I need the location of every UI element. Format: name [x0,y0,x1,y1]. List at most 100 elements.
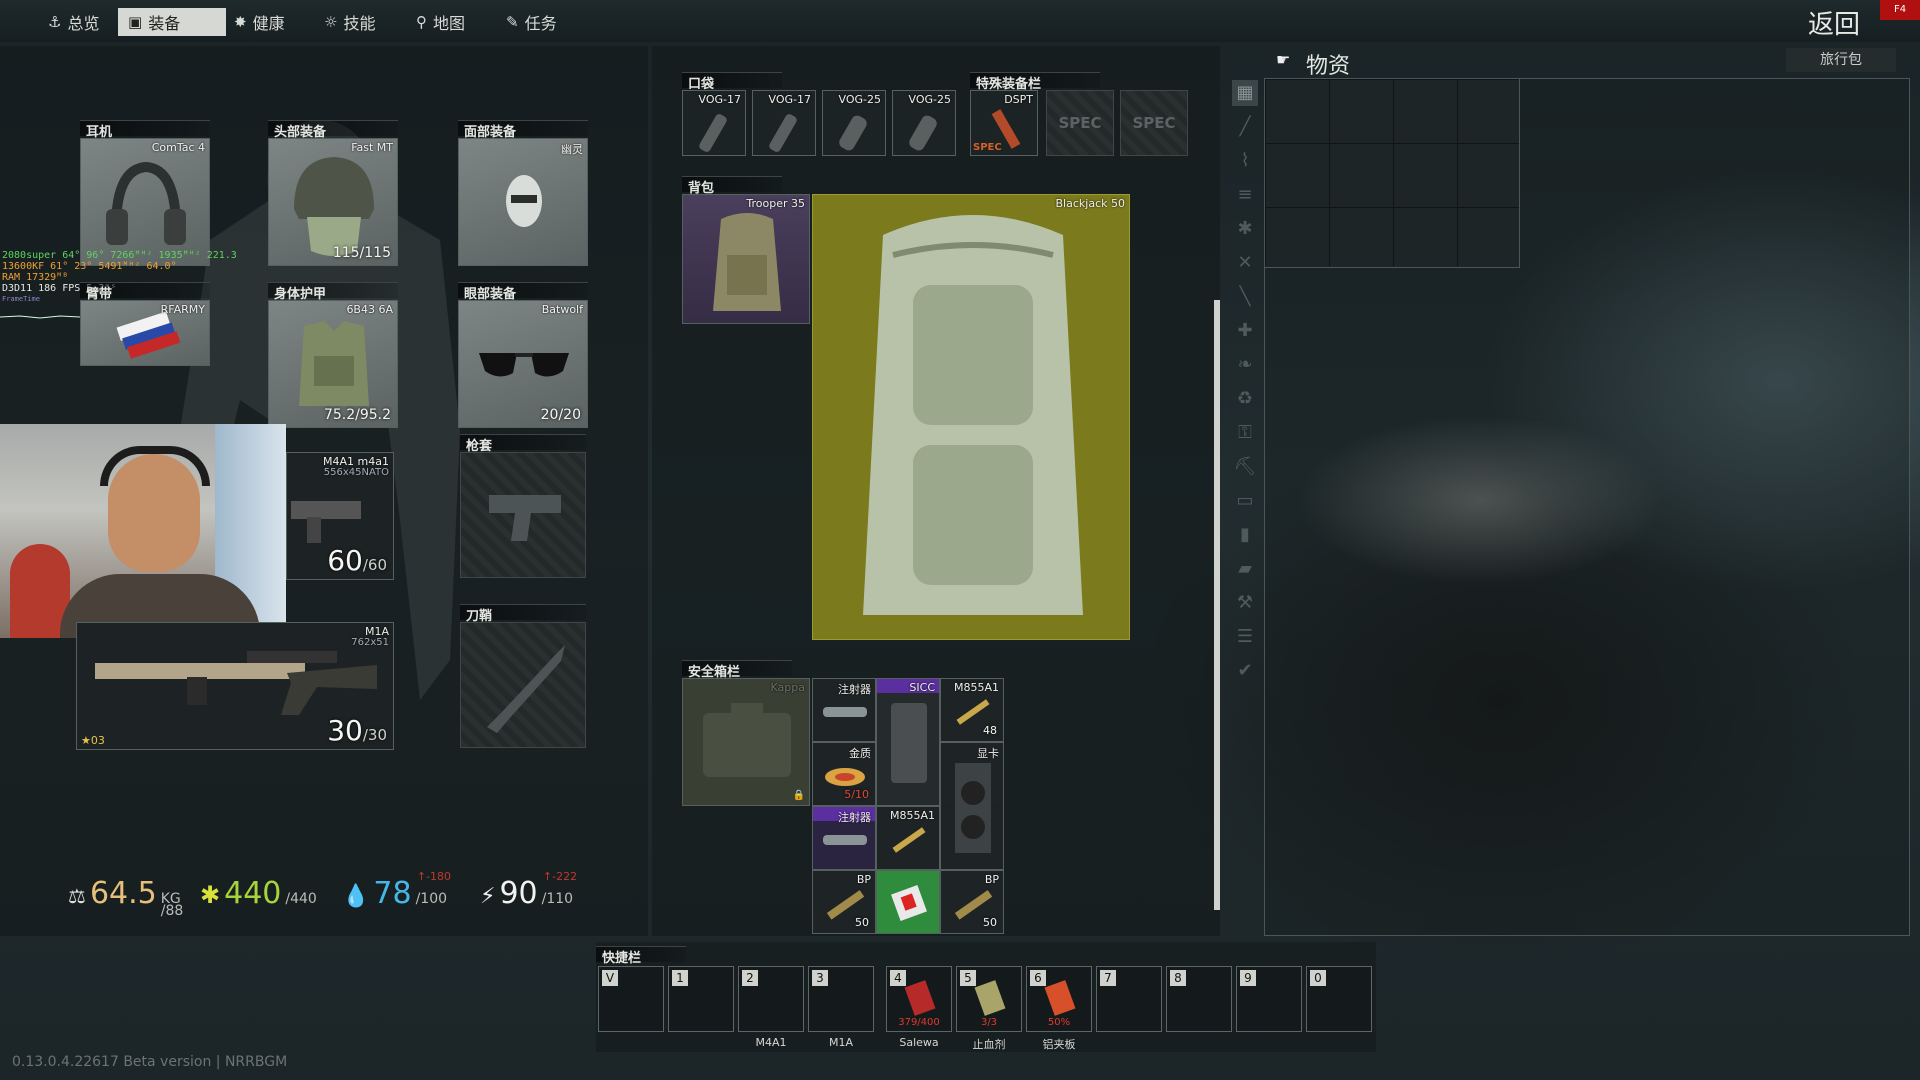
quickbar-header: 快捷栏 [596,946,686,966]
health-stat: ✱ 440 /440 [200,876,317,911]
quickbar-slot-6[interactable]: 6 50% [1026,966,1092,1032]
special-slot-1[interactable]: DSPT SPEC [970,90,1038,156]
category-containers-icon[interactable]: ♻ [1232,386,1258,412]
category-weapons-icon[interactable]: ╱ [1232,114,1258,140]
tab-map[interactable]: ⚲ 地图 [406,8,475,36]
tab-health[interactable]: ✸ 健康 [224,8,295,36]
quickbar-slot-2[interactable]: 2 [738,966,804,1032]
scabbard-slot[interactable] [460,622,586,748]
headset-icon [106,161,186,245]
category-quest-icon[interactable]: ☰ [1232,624,1258,650]
tab-gear[interactable]: ▣ 装备 [118,8,226,36]
tab-skills[interactable]: ☼ 技能 [314,8,385,36]
weight-stat: ⚖ 64.5 KG/88 [68,876,184,919]
secure-item-gpu[interactable]: 显卡 [940,742,1004,870]
headwear-header: 头部装备 [268,120,398,140]
armband-slot[interactable]: RFARMY [80,300,210,366]
pocket-slot-1[interactable]: VOG-17 [682,90,746,156]
category-info-icon[interactable]: ▭ [1232,488,1258,514]
version-label: 0.13.0.4.22617 Beta version | NRRBGM [12,1054,288,1070]
quickbar-key-4: 4 [890,970,906,986]
pocket-slot-2[interactable]: VOG-17 [752,90,816,156]
special-slots-header: 特殊装备栏 [970,72,1100,92]
category-books-icon[interactable]: ▰ [1232,556,1258,582]
headset-header: 耳机 [80,120,210,140]
eyewear-slot[interactable]: Batwolf 20/20 [458,300,588,428]
face-item-name: 幽灵 [561,143,583,156]
category-all-icon[interactable]: ▦ [1232,80,1258,106]
pocket-slot-3[interactable]: VOG-25 [822,90,886,156]
quickbar-key-7: 7 [1100,970,1116,986]
secure-item-injector-2[interactable]: 注射器 [812,806,876,870]
backpack-slot[interactable]: Trooper 35 [682,194,810,324]
quickbar-slot-4[interactable]: 4 379/400 [886,966,952,1032]
category-ammo-icon[interactable]: ⌇ [1232,148,1258,174]
health-cross-icon: ✱ [200,881,221,909]
primary-2-caliber: 762x51 [351,637,389,648]
quickbar-key-6: 6 [1030,970,1046,986]
secure-item-sicc[interactable]: SICC [876,678,940,806]
secure-item-bp-1[interactable]: BP 50 [812,870,876,934]
face-slot[interactable]: 幽灵 [458,138,588,266]
category-mods-icon[interactable]: ≡ [1232,182,1258,208]
stash-grid[interactable] [1264,78,1520,268]
secure-item-m855a1[interactable]: M855A1 48 [940,678,1004,742]
energy-rate: ↑-222 [542,870,578,883]
quickbar-item-value: 50% [1047,1017,1071,1028]
secure-item-medkit[interactable] [876,870,940,934]
secure-item-bp-2[interactable]: BP 50 [940,870,1004,934]
weapon-rank-badge: ★03 [81,734,105,747]
containers-scrollbar[interactable] [1214,300,1220,910]
tab-overview[interactable]: ⚓ 总览 [38,8,109,36]
balaclava-icon [506,175,542,227]
quickbar-item-icon [1044,980,1076,1016]
backpack-preview[interactable]: Blackjack 50 [812,194,1130,640]
category-wrench-icon[interactable]: ⚒ [1232,590,1258,616]
category-tools-icon[interactable]: ▮ [1232,522,1258,548]
quickbar-slot-5[interactable]: 5 3/3 [956,966,1022,1032]
category-keys-icon[interactable]: ⚿ [1232,420,1258,446]
body-armor-slot[interactable]: 6B43 6A 75.2/95.2 [268,300,398,428]
quickbar-slot-8[interactable]: 8 [1166,966,1232,1032]
back-button[interactable]: 返回 [1808,4,1860,41]
hydration-rate: ↑-180 [416,870,452,883]
pocket-slot-4[interactable]: VOG-25 [892,90,956,156]
quickbar-slot-3[interactable]: 3 [808,966,874,1032]
category-barter-icon[interactable]: ╲ [1232,284,1258,310]
quickbar-label-6: 铝夹板 [1042,1038,1076,1051]
task-icon: ✎ [506,13,519,31]
skills-icon: ☼ [324,13,338,31]
quickbar-slot-0[interactable]: 0 [1306,966,1372,1032]
secure-item-m855a1-2[interactable]: M855A1 [876,806,940,870]
secure-item-gold[interactable]: 金质 5/10 [812,742,876,806]
tab-tasks[interactable]: ✎ 任务 [496,8,567,36]
special-slot-3[interactable]: SPEC [1120,90,1188,156]
headset-slot[interactable]: ComTac 4 [80,138,210,266]
secure-container-header: 安全箱栏 [682,660,792,680]
category-special-icon[interactable]: ⛏ [1232,454,1258,480]
quickbar-slot-7[interactable]: 7 [1096,966,1162,1032]
category-gear-icon[interactable]: ✱ [1232,216,1258,242]
streamer-webcam [0,424,286,638]
secure-item-injector-1[interactable]: 注射器 [812,678,876,742]
case-icon [891,703,927,783]
holster-slot[interactable] [460,452,586,578]
eyewear-durability: 20/20 [540,407,581,423]
category-provisions-icon[interactable]: ❧ [1232,352,1258,378]
body-armor-item-name: 6B43 6A [346,303,393,316]
primary-weapon-1-slot[interactable]: M4A1 m4a1 556x45NATO 60/60 [286,452,394,580]
category-check-icon[interactable]: ✔ [1232,658,1258,684]
stash-filter-travel-bag[interactable]: 旅行包 [1786,48,1896,72]
quickbar-slot-V[interactable]: V [598,966,664,1032]
special-slot-2[interactable]: SPEC [1046,90,1114,156]
quickbar-slot-9[interactable]: 9 [1236,966,1302,1032]
category-melee-icon[interactable]: ✕ [1232,250,1258,276]
quickbar-slot-1[interactable]: 1 [668,966,734,1032]
quickbar-label-5: 止血剂 [972,1038,1006,1051]
category-medical-icon[interactable]: ✚ [1232,318,1258,344]
secure-container-slot[interactable]: Kappa 🔒 [682,678,810,806]
primary-weapon-2-slot[interactable]: M1A 762x51 ★03 30/30 [76,622,394,750]
quickbar-key-8: 8 [1170,970,1186,986]
weight-icon: ⚖ [68,884,86,908]
headwear-slot[interactable]: Fast MT 115/115 [268,138,398,266]
